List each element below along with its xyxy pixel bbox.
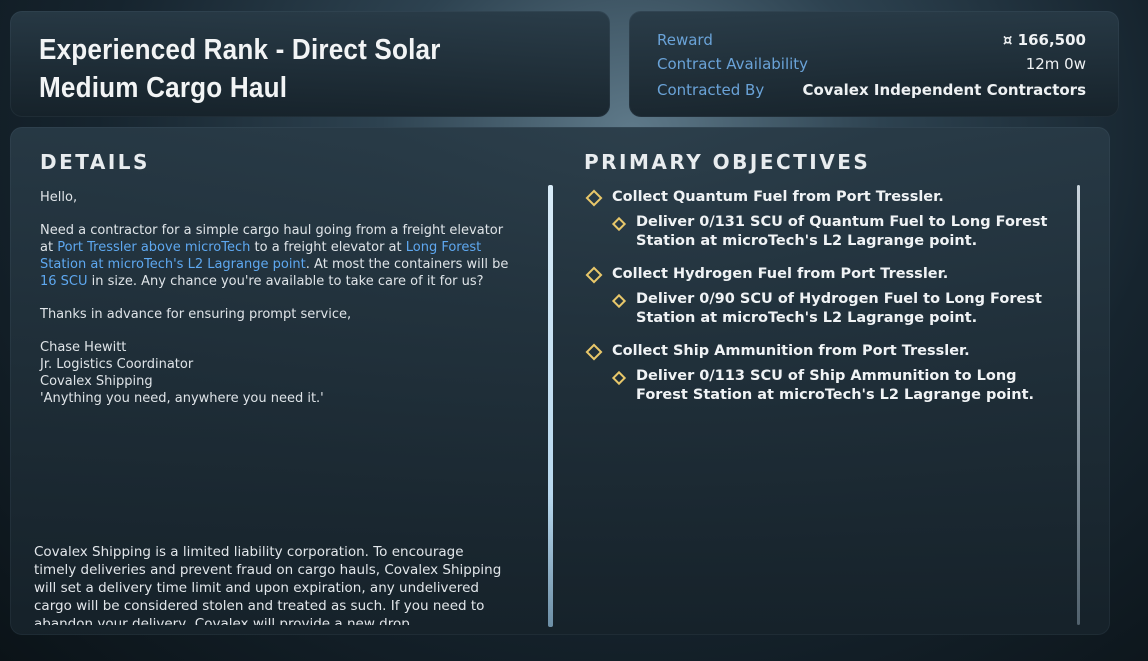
details-message: Need a contractor for a simple cargo hau… bbox=[40, 222, 520, 290]
objective-primary: Collect Quantum Fuel from Port Tressler. bbox=[584, 187, 1064, 207]
objective-sub-text: Deliver 0/131 SCU of Quantum Fuel to Lon… bbox=[636, 214, 1048, 249]
details-heading: DETAILS bbox=[40, 150, 150, 174]
message-text: . At most the containers will be bbox=[305, 257, 509, 272]
diamond-icon bbox=[585, 343, 603, 361]
reward-value: ¤ 166,500 bbox=[1002, 31, 1086, 49]
reward-row: Reward ¤ 166,500 bbox=[657, 29, 1086, 51]
objective-primary-text: Collect Ship Ammunition from Port Tressl… bbox=[612, 343, 970, 359]
signature-name: Chase Hewitt bbox=[40, 340, 127, 355]
signature-company: Covalex Shipping bbox=[40, 374, 153, 389]
availability-row: Contract Availability 12m 0w bbox=[657, 53, 1086, 75]
details-scrollbar[interactable] bbox=[548, 185, 553, 627]
details-body[interactable]: Hello, Need a contractor for a simple ca… bbox=[40, 189, 520, 423]
reward-label: Reward bbox=[657, 31, 713, 49]
objective-group: Collect Ship Ammunition from Port Tressl… bbox=[584, 341, 1064, 405]
contracted-by-label: Contracted By bbox=[657, 81, 765, 99]
objective-group: Collect Quantum Fuel from Port Tressler.… bbox=[584, 187, 1064, 251]
contracted-by-value: Covalex Independent Contractors bbox=[802, 81, 1086, 99]
availability-value: 12m 0w bbox=[1025, 55, 1086, 73]
diamond-icon bbox=[585, 266, 603, 284]
objective-sub: Deliver 0/90 SCU of Hydrogen Fuel to Lon… bbox=[611, 290, 1064, 328]
details-greeting: Hello, bbox=[40, 190, 78, 205]
contract-title: Experienced Rank - Direct Solar Medium C… bbox=[39, 34, 441, 104]
details-signature: Chase Hewitt Jr. Logistics Coordinator C… bbox=[40, 339, 520, 407]
diamond-icon bbox=[585, 189, 603, 207]
contract-info-panel: Reward ¤ 166,500 Contract Availability 1… bbox=[629, 11, 1119, 117]
objectives-scrollbar[interactable] bbox=[1077, 185, 1080, 625]
objective-sub: Deliver 0/113 SCU of Ship Ammunition to … bbox=[611, 367, 1064, 405]
container-size-link[interactable]: 16 SCU bbox=[40, 274, 88, 289]
origin-location-link[interactable]: Port Tressler above microTech bbox=[57, 240, 250, 255]
availability-label: Contract Availability bbox=[657, 55, 809, 73]
signature-role: Jr. Logistics Coordinator bbox=[40, 357, 194, 372]
contract-main-panel: DETAILS Hello, Need a contractor for a s… bbox=[10, 127, 1110, 635]
contracted-by-row: Contracted By Covalex Independent Contra… bbox=[657, 79, 1086, 101]
message-text: to a freight elevator at bbox=[250, 240, 406, 255]
diamond-icon bbox=[611, 293, 627, 309]
message-text: in size. Any chance you're available to … bbox=[87, 274, 484, 289]
objective-primary: Collect Ship Ammunition from Port Tressl… bbox=[584, 341, 1064, 361]
signature-slogan: 'Anything you need, anywhere you need it… bbox=[40, 391, 324, 406]
diamond-icon bbox=[611, 216, 627, 232]
details-thanks: Thanks in advance for ensuring prompt se… bbox=[40, 307, 352, 322]
objective-sub-text: Deliver 0/90 SCU of Hydrogen Fuel to Lon… bbox=[636, 291, 1042, 326]
details-fine-print: Covalex Shipping is a limited liability … bbox=[34, 544, 502, 625]
objective-sub-text: Deliver 0/113 SCU of Ship Ammunition to … bbox=[636, 368, 1035, 403]
objective-primary: Collect Hydrogen Fuel from Port Tressler… bbox=[584, 264, 1064, 284]
objectives-heading: PRIMARY OBJECTIVES bbox=[584, 150, 871, 174]
diamond-icon bbox=[611, 370, 627, 386]
objective-group: Collect Hydrogen Fuel from Port Tressler… bbox=[584, 264, 1064, 328]
objective-primary-text: Collect Hydrogen Fuel from Port Tressler… bbox=[612, 266, 949, 282]
contract-title-panel: Experienced Rank - Direct Solar Medium C… bbox=[10, 11, 610, 117]
objective-sub: Deliver 0/131 SCU of Quantum Fuel to Lon… bbox=[611, 213, 1064, 251]
objective-primary-text: Collect Quantum Fuel from Port Tressler. bbox=[612, 189, 944, 205]
objectives-list: Collect Quantum Fuel from Port Tressler.… bbox=[584, 187, 1064, 418]
